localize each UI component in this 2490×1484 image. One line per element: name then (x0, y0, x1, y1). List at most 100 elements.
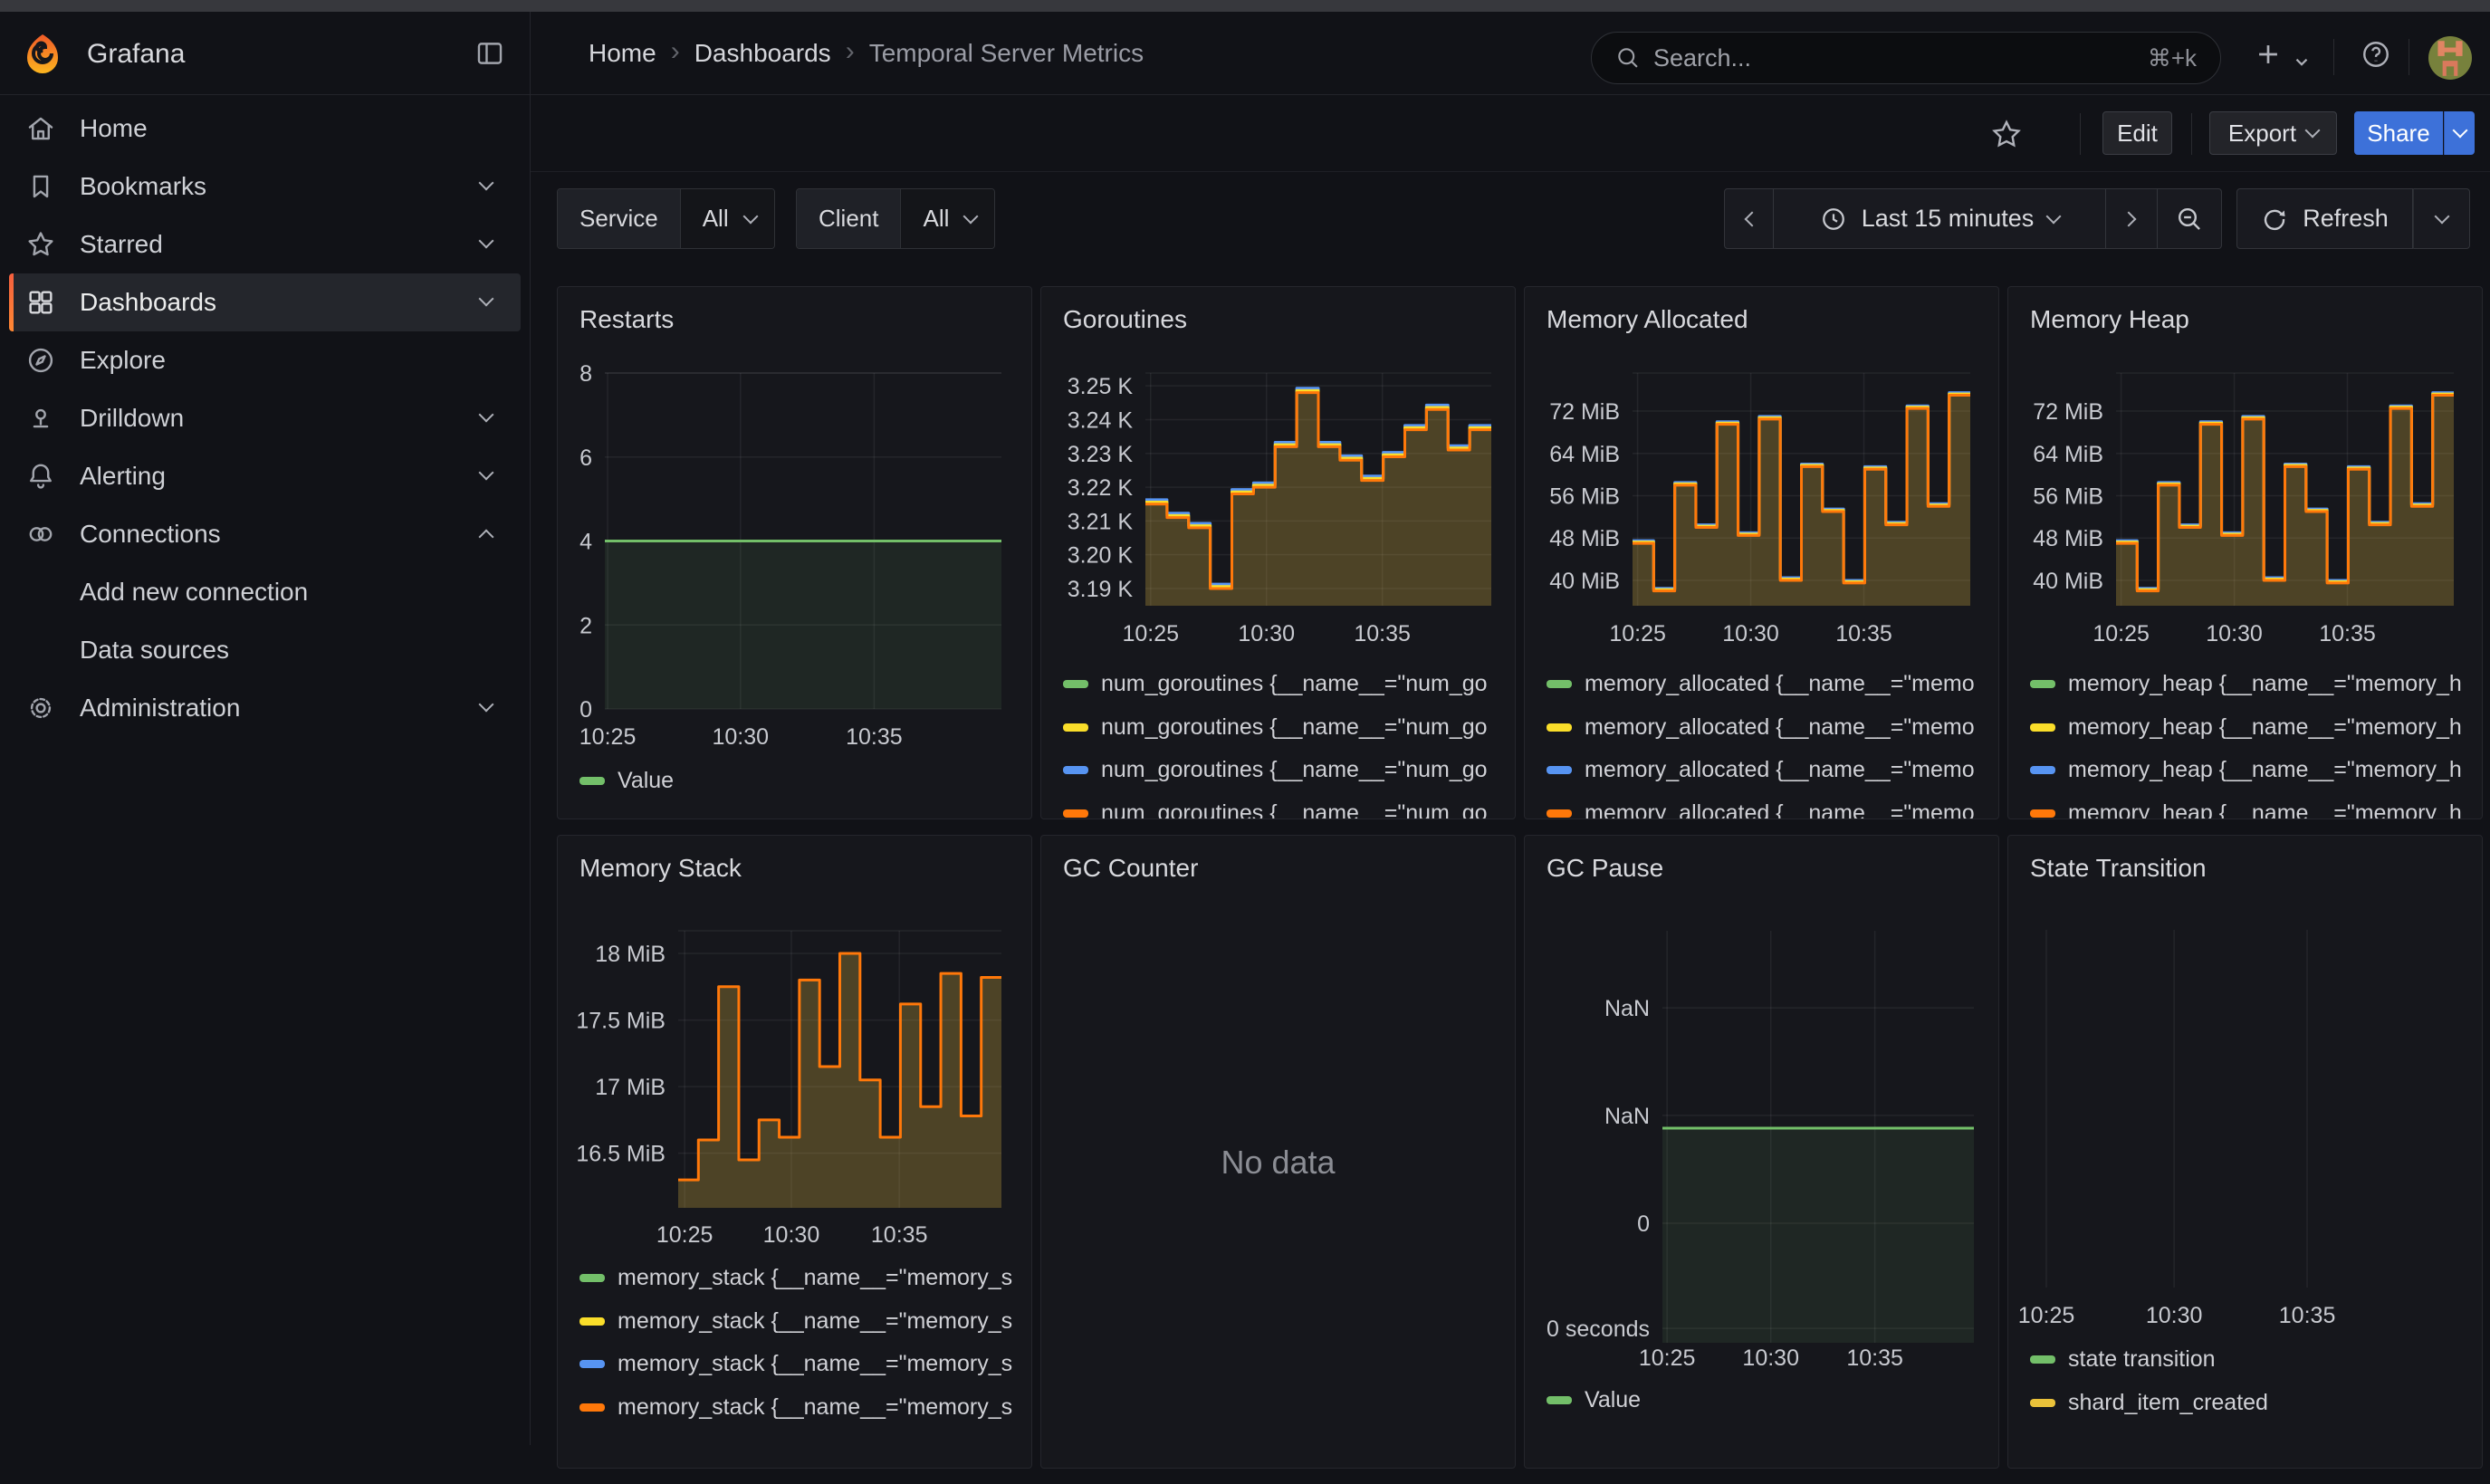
share-button[interactable]: Share (2354, 111, 2443, 155)
edit-button[interactable]: Edit (2102, 111, 2172, 155)
sidebar-item-label: Drilldown (80, 404, 184, 433)
service-filter-value[interactable]: All (680, 189, 774, 248)
svg-text:56 MiB: 56 MiB (1549, 484, 1620, 510)
sidebar-item-alerting[interactable]: Alerting (9, 447, 521, 505)
svg-text:0: 0 (1637, 1211, 1650, 1237)
sidebar-item-explore[interactable]: Explore (9, 331, 521, 389)
panel-title[interactable]: GC Counter (1063, 854, 1198, 883)
chart-legend: memory_heap {__name__="memory_hmemory_he… (2030, 663, 2476, 819)
legend-item[interactable]: Value (579, 760, 1026, 803)
svg-text:10:35: 10:35 (1835, 621, 1892, 646)
sidebar-item-home[interactable]: Home (9, 100, 521, 158)
avatar[interactable] (2428, 36, 2472, 80)
legend-item[interactable]: memory_heap {__name__="memory_h (2030, 749, 2476, 792)
sidebar-item-connections[interactable]: Connections (9, 505, 521, 563)
chevron-down-icon[interactable] (481, 698, 501, 718)
legend-item[interactable]: memory_allocated {__name__="memo (1547, 792, 1993, 819)
legend-item[interactable]: shard_item_created (2030, 1382, 2476, 1425)
time-controls: Last 15 minutes Refresh (1724, 188, 2470, 249)
sidebar-item-label: Alerting (80, 462, 166, 491)
add-chevron-down-icon[interactable] (2292, 46, 2312, 77)
sidebar-item-bookmarks[interactable]: Bookmarks (9, 158, 521, 215)
svg-text:10:25: 10:25 (2018, 1303, 2075, 1328)
breadcrumb-home[interactable]: Home (589, 39, 656, 68)
legend-swatch (579, 777, 605, 785)
legend-item[interactable]: memory_stack {__name__="memory_s (579, 1343, 1026, 1386)
chevron-down-icon[interactable] (481, 292, 501, 312)
legend-item[interactable]: memory_stack {__name__="memory_s (579, 1257, 1026, 1300)
legend-item[interactable]: memory_allocated {__name__="memo (1547, 706, 1993, 750)
chevron-down-icon[interactable] (481, 235, 501, 254)
legend-item[interactable]: memory_allocated {__name__="memo (1547, 749, 1993, 792)
sidebar-item-label: Bookmarks (80, 172, 206, 201)
svg-text:10:30: 10:30 (2206, 621, 2263, 646)
svg-text:8: 8 (579, 361, 592, 387)
sidebar-item-dashboards[interactable]: Dashboards (9, 273, 521, 331)
add-icon[interactable] (2253, 39, 2284, 70)
time-back-button[interactable] (1724, 188, 1774, 249)
svg-text:2: 2 (579, 613, 592, 638)
time-forward-button[interactable] (2106, 188, 2158, 249)
legend-item[interactable]: num_goroutines {__name__="num_go (1063, 749, 1509, 792)
sidebar-item-drilldown[interactable]: Drilldown (9, 389, 521, 447)
svg-text:10:30: 10:30 (763, 1222, 820, 1248)
client-filter-selected: All (923, 205, 949, 233)
legend-item[interactable]: Value (1547, 1379, 1993, 1422)
share-chevron-button[interactable] (2444, 111, 2475, 155)
legend-label: Value (618, 768, 674, 794)
search-box[interactable]: ⌘+k (1591, 32, 2221, 84)
search-input[interactable] (1653, 44, 2135, 72)
legend-swatch (1063, 680, 1088, 688)
clock-icon (1820, 206, 1847, 233)
refresh-label: Refresh (2303, 205, 2389, 233)
breadcrumb-dashboards[interactable]: Dashboards (694, 39, 831, 68)
legend-label: shard_item_created (2068, 1390, 2268, 1416)
chart-legend: num_goroutines {__name__="num_gonum_goro… (1063, 663, 1509, 819)
sidebar-item-starred[interactable]: Starred (9, 215, 521, 273)
legend-item[interactable]: num_goroutines {__name__="num_go (1063, 792, 1509, 819)
sidebar-item-data-sources[interactable]: Data sources (9, 621, 521, 679)
export-label: Export (2228, 120, 2296, 148)
svg-text:40 MiB: 40 MiB (2033, 569, 2103, 594)
chevron-down-icon[interactable] (481, 466, 501, 486)
brand-title: Grafana (87, 39, 185, 70)
zoom-out-icon[interactable] (2158, 188, 2222, 249)
svg-text:0: 0 (579, 697, 592, 723)
legend-label: memory_allocated {__name__="memo (1585, 671, 1975, 697)
time-range-picker[interactable]: Last 15 minutes (1774, 188, 2106, 249)
breadcrumb-separator: › (846, 36, 855, 67)
sidebar-item-administration[interactable]: Administration (9, 679, 521, 737)
dashboard-grid: Restarts8642010:2510:3010:35ValueGorouti… (557, 286, 2483, 1484)
legend-item[interactable]: num_goroutines {__name__="num_go (1063, 663, 1509, 706)
client-filter-value[interactable]: All (900, 189, 994, 248)
sidebar-toggle-icon[interactable] (474, 38, 505, 69)
legend-swatch (2030, 680, 2055, 688)
legend-swatch (1547, 680, 1572, 688)
svg-text:10:30: 10:30 (2146, 1303, 2203, 1328)
legend-swatch (1547, 809, 1572, 818)
legend-label: num_goroutines {__name__="num_go (1101, 714, 1488, 741)
dashboard-toolbar: Edit Export Share (531, 95, 2490, 172)
chevron-down-icon[interactable] (481, 177, 501, 196)
refresh-interval-chevron[interactable] (2413, 188, 2470, 249)
legend-item[interactable]: memory_stack {__name__="memory_s (579, 1386, 1026, 1430)
legend-item[interactable]: num_goroutines {__name__="num_go (1063, 706, 1509, 750)
svg-text:10:30: 10:30 (1238, 621, 1295, 646)
chevron-up-icon[interactable] (481, 524, 501, 544)
chevron-down-icon[interactable] (481, 408, 501, 428)
client-filter-label: Client (797, 189, 900, 248)
legend-item[interactable]: memory_heap {__name__="memory_h (2030, 706, 2476, 750)
legend-item[interactable]: memory_heap {__name__="memory_h (2030, 792, 2476, 819)
help-icon[interactable] (2361, 39, 2391, 70)
sidebar-item-add-new-connection[interactable]: Add new connection (9, 563, 521, 621)
legend-item[interactable]: memory_stack {__name__="memory_s (579, 1300, 1026, 1344)
export-button[interactable]: Export (2209, 111, 2337, 155)
legend-item[interactable]: memory_heap {__name__="memory_h (2030, 663, 2476, 706)
svg-text:64 MiB: 64 MiB (2033, 442, 2103, 467)
legend-item[interactable]: state transition (2030, 1338, 2476, 1382)
favorite-star-icon[interactable] (1991, 119, 2022, 149)
sidebar: Home Bookmarks StarredDashboardsExplore Dri… (0, 95, 531, 1445)
refresh-button[interactable]: Refresh (2236, 188, 2413, 249)
legend-item[interactable]: memory_allocated {__name__="memo (1547, 663, 1993, 706)
dashboard-area: Service All Client All Last 15 minutes (531, 172, 2490, 1444)
